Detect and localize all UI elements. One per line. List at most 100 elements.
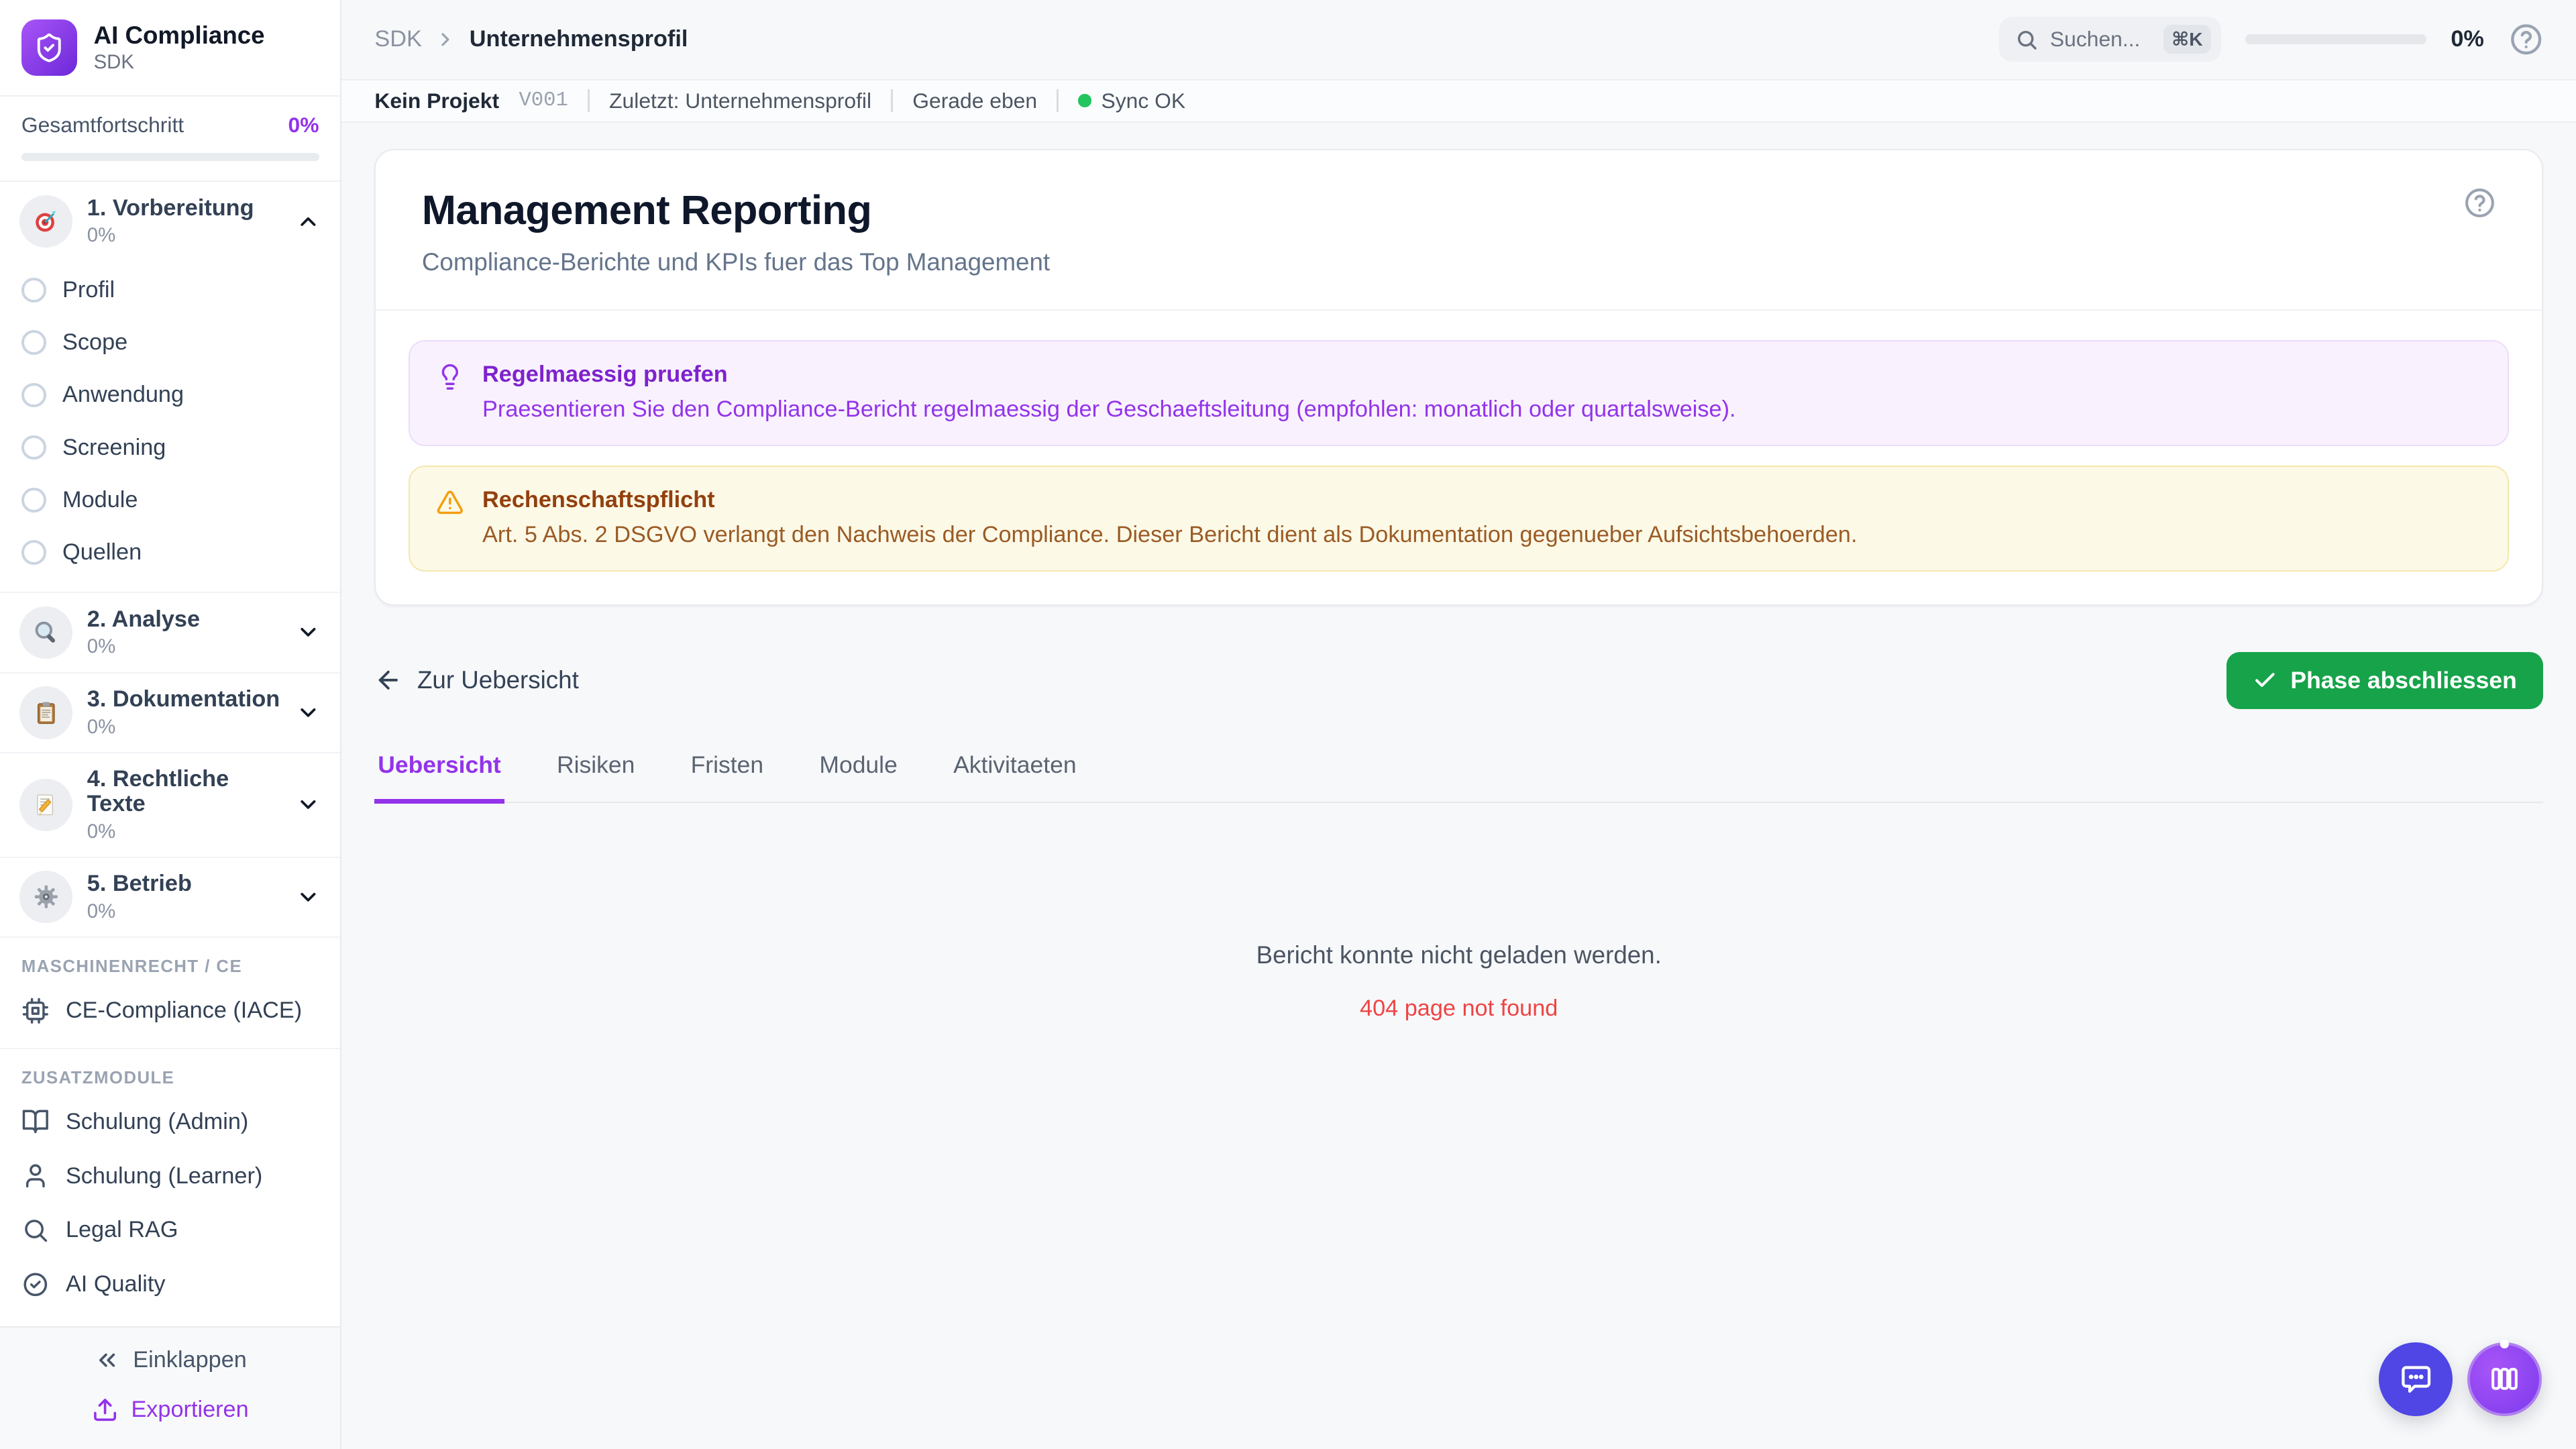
tab-module[interactable]: Module [816, 751, 900, 803]
phase-percent: 0% [87, 820, 116, 843]
sidebar-item-anwendung[interactable]: Anwendung [0, 369, 340, 421]
sync-status-label: Sync OK [1101, 88, 1186, 113]
phase-item-analyse[interactable]: 2. Analyse 0% [0, 592, 341, 674]
sidebar-item-legal-rag[interactable]: Legal RAG [0, 1203, 340, 1257]
chevron-down-icon [296, 792, 321, 817]
tab-risiken[interactable]: Risiken [553, 751, 638, 803]
sidebar: AI Compliance SDK Gesamtfortschritt 0% 1… [0, 0, 342, 1449]
tab-bar: Uebersicht Risiken Fristen Module Aktivi… [374, 751, 2544, 804]
shield-check-icon [34, 32, 65, 64]
check-circle-icon [21, 1271, 50, 1299]
complete-phase-button[interactable]: Phase abschliessen [2226, 651, 2544, 709]
cpu-icon [21, 997, 50, 1025]
status-ring-icon [21, 487, 46, 513]
columns-view-button[interactable] [2467, 1342, 2542, 1417]
sidebar-item-quellen[interactable]: Quellen [0, 526, 340, 578]
search-box[interactable]: ⌘K [1999, 17, 2221, 62]
overall-progress-bar [21, 152, 319, 161]
page-subtitle: Compliance-Berichte und KPIs fuer das To… [421, 248, 1051, 276]
breadcrumb-current: Unternehmensprofil [469, 26, 688, 52]
sidebar-item-screening[interactable]: Screening [0, 421, 340, 474]
sidebar-footer: Einklappen Exportieren [0, 1326, 341, 1449]
overall-progress-label: Gesamtfortschritt [21, 113, 184, 138]
gear-icon [19, 871, 72, 924]
tab-fristen[interactable]: Fristen [688, 751, 767, 803]
chat-button[interactable] [2379, 1342, 2453, 1417]
floating-buttons [2379, 1342, 2542, 1417]
search-input[interactable] [2049, 27, 2152, 52]
phase-percent: 0% [87, 635, 116, 658]
collapse-sidebar-button[interactable]: Einklappen [94, 1347, 247, 1373]
status-ring-icon [21, 382, 46, 408]
section-label-zusatzmodule: ZUSATZMODULE [21, 1069, 175, 1088]
sidebar-item-ai-quality[interactable]: AI Quality [0, 1257, 340, 1311]
phase-label: 2. Analyse [87, 606, 201, 632]
sidebar-item-schulung-learner[interactable]: Schulung (Learner) [0, 1149, 340, 1203]
chevron-down-icon [296, 700, 321, 725]
sidebar-item-module[interactable]: Module [0, 474, 340, 526]
error-404-text: 404 page not found [1360, 996, 1558, 1022]
alert-body: Art. 5 Abs. 2 DSGVO verlangt den Nachwei… [482, 522, 1858, 548]
brand-text: AI Compliance SDK [94, 21, 265, 74]
phase-item-rechtliche-texte[interactable]: 4. Rechtliche Texte 0% [0, 753, 341, 858]
phase-percent: 0% [87, 715, 116, 738]
sidebar-item-schulung-admin[interactable]: Schulung (Admin) [0, 1095, 340, 1149]
status-ring-icon [21, 435, 46, 460]
report-card: Management Reporting Compliance-Berichte… [374, 149, 2544, 606]
brand: AI Compliance SDK [0, 0, 341, 97]
divider [588, 89, 590, 113]
phase-subitems: Profil Scope Anwendung Screening Module … [0, 261, 340, 592]
breadcrumb: SDK Unternehmensprofil [374, 26, 688, 52]
header-progress-value: 0% [2451, 26, 2484, 52]
tab-uebersicht[interactable]: Uebersicht [374, 751, 504, 804]
content: Management Reporting Compliance-Berichte… [341, 123, 2576, 1449]
version-badge: V001 [519, 89, 568, 113]
phase-item-dokumentation[interactable]: 3. Dokumentation 0% [0, 674, 341, 754]
actions-row: Zur Uebersicht Phase abschliessen [374, 651, 2544, 709]
sidebar-item-profil[interactable]: Profil [0, 264, 340, 317]
clipboard-icon [19, 686, 72, 739]
app-title: AI Compliance [93, 21, 265, 49]
sidebar-item-ce-compliance[interactable]: CE-Compliance (IACE) [0, 983, 340, 1038]
user-icon [21, 1162, 50, 1190]
breadcrumb-root[interactable]: SDK [374, 26, 421, 52]
main-area: SDK Unternehmensprofil ⌘K 0% [341, 0, 2576, 1449]
columns-icon [2488, 1362, 2521, 1395]
topbar-right: ⌘K 0% [1999, 17, 2543, 62]
help-icon[interactable] [2509, 22, 2543, 56]
export-button[interactable]: Exportieren [92, 1397, 249, 1423]
phase-item-vorbereitung[interactable]: 1. Vorbereitung 0% [0, 182, 340, 261]
chevron-down-icon [296, 885, 321, 910]
phase-label: 3. Dokumentation [87, 686, 280, 712]
sidebar-item-scope[interactable]: Scope [0, 317, 340, 369]
magnifier-icon [19, 606, 72, 659]
keyboard-shortcut-badge: ⌘K [2163, 25, 2211, 54]
status-ring-icon [21, 330, 46, 356]
status-bar: Kein Projekt V001 Zuletzt: Unternehmensp… [341, 78, 2576, 123]
app-window: AI Compliance SDK Gesamtfortschritt 0% 1… [0, 0, 2576, 1449]
memo-icon [19, 778, 72, 831]
phase-label: 5. Betrieb [87, 870, 192, 896]
empty-state: Bericht konnte nicht geladen werden. 404… [374, 941, 2543, 1022]
alert-title: Rechenschaftspflicht [482, 486, 715, 513]
target-icon [19, 195, 72, 248]
status-ring-icon [21, 540, 46, 565]
help-icon[interactable] [2463, 186, 2496, 219]
last-saved-time: Gerade eben [912, 88, 1038, 113]
upload-icon [92, 1397, 118, 1423]
page-title: Management Reporting [421, 187, 872, 233]
brand-logo [21, 19, 78, 76]
app-subtitle: SDK [93, 51, 134, 74]
phase-item-betrieb[interactable]: 5. Betrieb 0% [0, 858, 341, 938]
tab-aktivitaeten[interactable]: Aktivitaeten [950, 751, 1079, 803]
last-saved-label: Zuletzt: Unternehmensprofil [609, 88, 872, 113]
alert-warning: Rechenschaftspflicht Art. 5 Abs. 2 DSGVO… [409, 466, 2510, 572]
phase-percent: 0% [87, 900, 116, 922]
warning-triangle-icon [436, 488, 464, 517]
section-label-maschinenrecht: MASCHINENRECHT / CE [21, 957, 243, 977]
alert-info: Regelmaessig pruefen Praesentieren Sie d… [409, 340, 2510, 446]
back-to-overview-link[interactable]: Zur Uebersicht [374, 666, 579, 694]
sync-status: Sync OK [1078, 89, 1185, 113]
phase-percent: 0% [87, 224, 116, 247]
header-progress-bar [2245, 34, 2426, 45]
